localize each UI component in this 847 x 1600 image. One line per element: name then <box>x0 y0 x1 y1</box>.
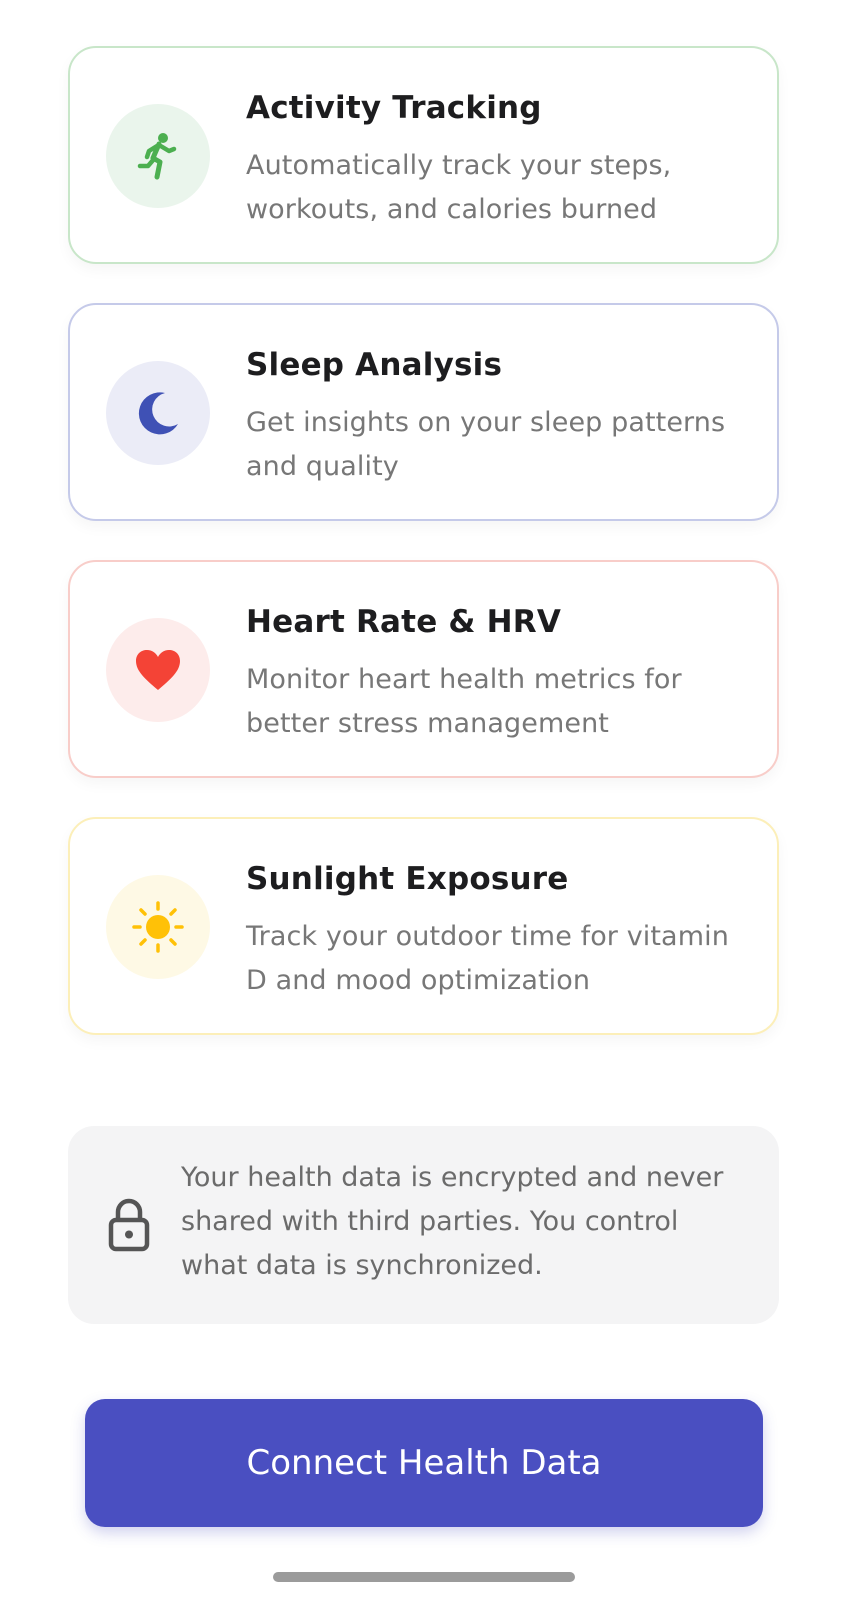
feature-description: Track your outdoor time for vitamin D an… <box>246 921 729 996</box>
feature-card-sleep: Sleep Analysis Get insights on your slee… <box>68 303 779 521</box>
home-indicator[interactable] <box>273 1572 575 1582</box>
privacy-notice: Your health data is encrypted and never … <box>68 1126 779 1324</box>
feature-description: Monitor heart health metrics for better … <box>246 664 682 739</box>
feature-title: Activity Tracking <box>246 90 542 126</box>
health-permissions-screen: Activity Tracking Automatically track yo… <box>0 0 847 1600</box>
feature-title: Sleep Analysis <box>246 347 503 383</box>
sleep-icon-circle <box>106 361 210 465</box>
heart-icon-circle <box>106 618 210 722</box>
connect-health-data-button[interactable]: Connect Health Data <box>85 1399 763 1527</box>
feature-card-heart: Heart Rate & HRV Monitor heart health me… <box>68 560 779 778</box>
feature-card-sunlight: Sunlight Exposure Track your outdoor tim… <box>68 817 779 1035</box>
heart-icon <box>136 650 180 690</box>
privacy-text: Your health data is encrypted and never … <box>181 1162 724 1281</box>
feature-description: Get insights on your sleep patterns and … <box>246 407 726 482</box>
running-person-icon <box>137 133 177 180</box>
feature-description: Automatically track your steps, workouts… <box>246 150 672 225</box>
feature-title: Heart Rate & HRV <box>246 604 562 640</box>
sun-icon-circle <box>106 875 210 979</box>
feature-card-activity: Activity Tracking Automatically track yo… <box>68 46 779 264</box>
moon-icon <box>138 392 178 435</box>
sun-icon <box>132 901 184 953</box>
lock-icon <box>108 1198 150 1252</box>
activity-icon-circle <box>106 104 210 208</box>
feature-title: Sunlight Exposure <box>246 861 569 897</box>
